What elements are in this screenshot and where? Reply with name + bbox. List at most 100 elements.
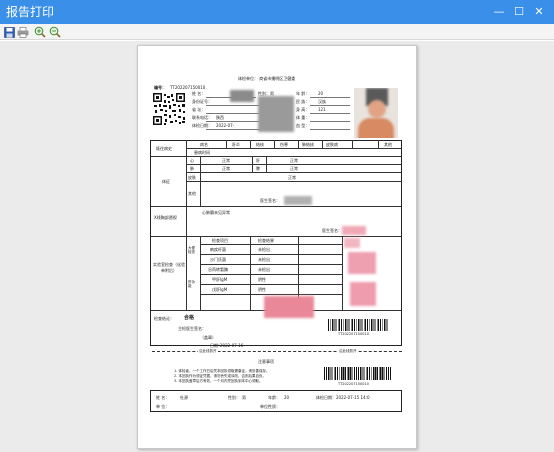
footer-age-value: 20 <box>284 395 290 400</box>
history-h4: 肺结核 <box>302 142 314 147</box>
person-photo <box>354 88 398 138</box>
info-nation-value: 汉族 <box>318 99 326 104</box>
notice-line-2: 2. 本回执作为领证凭据，请勿丢失或涂改，否则后果自负。 <box>174 374 266 378</box>
lab-row2-result: 未检出 <box>258 267 270 272</box>
xray-label: X线胸部透视 <box>154 215 177 220</box>
physical-liver: 肝 <box>256 158 260 163</box>
info-height-label: 身 高： <box>296 107 310 112</box>
lab-row1-result: 未检出 <box>258 257 270 262</box>
notice-title: 注意事项 <box>258 359 274 364</box>
physical-lung-value: 正常 <box>222 166 230 171</box>
info-height-value: 121 <box>318 107 326 112</box>
lab-stamp-4 <box>264 296 314 318</box>
lab-stamp-2 <box>348 252 376 274</box>
info-weight-label: 体 重： <box>296 115 310 120</box>
printer-icon <box>17 26 29 38</box>
info-blood-label: 血 型： <box>296 123 310 128</box>
conclusion-sign-label: 主检医生签名： <box>178 326 206 331</box>
toolbar <box>0 24 554 40</box>
info-date-value: 2022-07- <box>216 123 235 128</box>
barcode-top <box>328 319 388 331</box>
info-id-label: 身份证号： <box>192 99 212 104</box>
conclusion-value: 合格 <box>184 315 195 321</box>
physical-liver-value: 正常 <box>290 158 298 163</box>
barcode-bottom-text: TT202207150010 <box>338 382 369 386</box>
lab-row3-item: 甲肝IgM <box>212 277 228 282</box>
conclusion-label: 检查结论： <box>154 316 174 321</box>
footer-date-label: 体检日期： <box>316 395 336 400</box>
lab-row4-result: 阴性 <box>258 287 266 292</box>
footer-name-value: 杜源 <box>180 395 188 400</box>
footer-org-label: 单位性质： <box>260 404 280 409</box>
lab-row4-item: 戊肝IgM <box>212 287 228 292</box>
info-phone-label: 联系电话： <box>192 115 212 120</box>
title-bar: 报告打印 — ☐ ✕ <box>0 0 554 24</box>
qr-code <box>152 92 186 126</box>
report-page: 体检单位： 商省市播明区卫健委 编号： TT202207150010 姓 名： … <box>137 45 417 449</box>
footer-age-label: 年龄： <box>268 395 280 400</box>
cut-line-left: 沿此线剪开 <box>198 349 218 353</box>
barcode-top-text: TT202207150010 <box>338 332 369 336</box>
save-button[interactable] <box>2 25 16 39</box>
physical-skin-value: 正常 <box>288 175 296 180</box>
footer-sex-value: 男 <box>242 395 246 400</box>
lab-row2-item: 谷丙转氨酶 <box>208 267 228 272</box>
redacted-id <box>258 96 294 132</box>
footer-name-label: 姓 名： <box>156 395 170 400</box>
preview-area[interactable]: 体检单位： 商省市播明区卫健委 编号： TT202207150010 姓 名： … <box>0 41 554 452</box>
minimize-button[interactable]: — <box>490 3 508 21</box>
footer-unit-label: 单 位： <box>156 404 170 409</box>
notice-line-1: 1. 体检者，一个工作日后凭本回执领取健康证。请妥善保存。 <box>174 369 270 373</box>
report-no-label: 编号： <box>154 85 166 90</box>
lab-label: 实验室检查（化验单附后） <box>153 262 185 273</box>
zoom-out-icon <box>49 26 61 38</box>
zoom-out-button[interactable] <box>48 25 62 39</box>
history-h6: 其他 <box>384 142 392 147</box>
window-title: 报告打印 <box>6 5 55 19</box>
notice-line-3: 3. 本回执盖章后方有效，一个月内凭回执到本中心领取。 <box>174 379 263 383</box>
physical-heart-value: 正常 <box>222 158 230 163</box>
physical-skin: 皮肤 <box>188 175 196 180</box>
physical-label: 体征 <box>162 179 170 184</box>
lab-row3-result: 阴性 <box>258 277 266 282</box>
close-button[interactable]: ✕ <box>530 3 548 21</box>
physical-spleen: 脾 <box>256 166 260 171</box>
history-label: 既往病史 <box>156 146 172 151</box>
xray-doctor-sign: 医生签名： <box>322 228 342 233</box>
physical-other: 其他 <box>188 191 196 196</box>
lab-stamp-1 <box>344 238 360 248</box>
lab-stool-label: 大便检查 <box>188 246 195 254</box>
lab-header-item: 检查项目 <box>212 238 228 243</box>
history-row2: 患病时间 <box>194 150 210 155</box>
lab-row0-result: 未检出 <box>258 247 270 252</box>
info-age-value: 20 <box>318 91 324 96</box>
info-date-label: 体检日期： <box>192 123 212 128</box>
footer-sex-label: 性别： <box>228 395 240 400</box>
physical-lung: 肺 <box>190 166 194 171</box>
cut-line-right: 沿此线剪开 <box>338 349 358 353</box>
history-h3: 伤寒 <box>280 142 288 147</box>
redacted-name <box>230 90 254 102</box>
history-h0: 病名 <box>200 142 208 147</box>
footer-date-value: 2022-07-15 14:0 <box>336 395 370 400</box>
physical-doctor-sign: 医生签名： <box>260 198 280 203</box>
lab-header-result: 检查结果 <box>258 238 274 243</box>
zoom-in-icon <box>34 26 46 38</box>
barcode-bottom <box>324 367 392 380</box>
info-name-label: 姓 名： <box>192 91 206 96</box>
history-h1: 肝炎 <box>232 142 240 147</box>
org-line: 体检单位： 商省市播明区卫健委 <box>238 76 296 81</box>
xray-signature <box>342 226 366 235</box>
lab-liver-label: 肝功能 <box>188 280 195 288</box>
lab-stamp-3 <box>350 282 376 306</box>
lab-row0-item: 痢疾杆菌 <box>210 247 226 252</box>
history-h5: 皮肤病 <box>326 142 338 147</box>
conclusion-stamp: （盖章） <box>200 335 216 340</box>
maximize-button[interactable]: ☐ <box>510 3 528 21</box>
zoom-in-button[interactable] <box>33 25 47 39</box>
info-phone-value: 陕西 <box>216 115 224 120</box>
physical-heart: 心 <box>190 158 194 163</box>
print-button[interactable] <box>16 25 30 39</box>
info-nation-label: 民 族： <box>296 99 310 104</box>
floppy-disk-icon <box>3 26 15 38</box>
